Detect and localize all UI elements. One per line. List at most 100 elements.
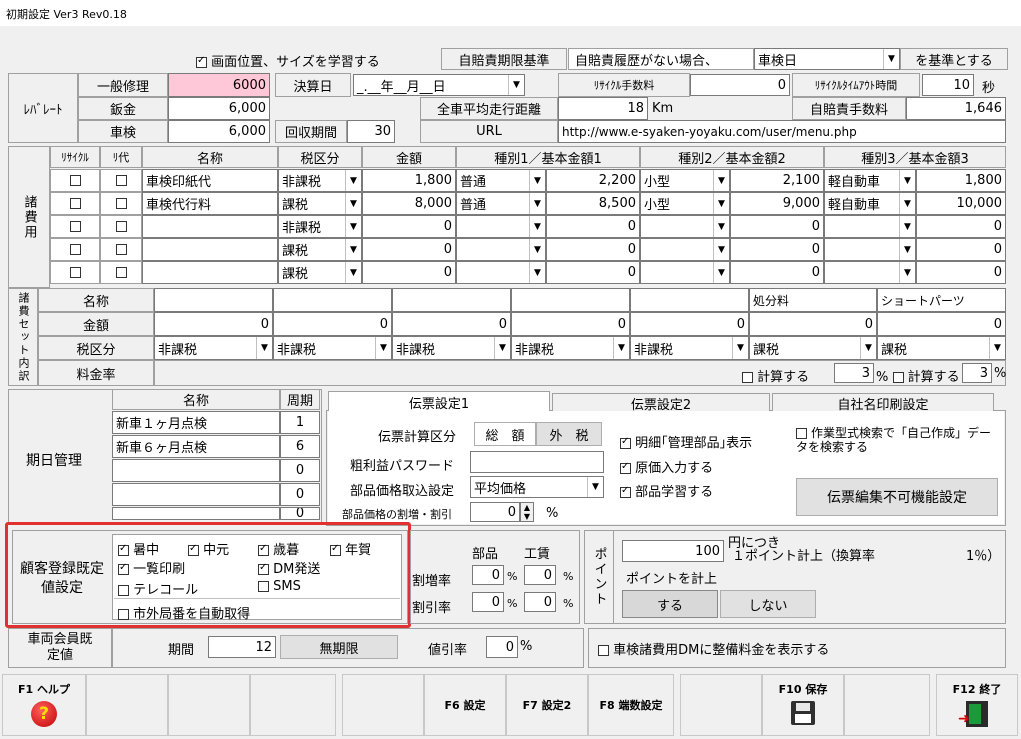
tab-company-print[interactable]: 自社名印刷設定 bbox=[772, 393, 994, 413]
collect-input[interactable]: 30 bbox=[347, 120, 395, 143]
f1-help-button[interactable]: F1 ヘルプ ? bbox=[2, 674, 86, 736]
fee-amount2-input[interactable]: 0 bbox=[730, 238, 824, 261]
fee-type2-select[interactable]: 小型 ▼ bbox=[640, 169, 730, 192]
fee-amount-input[interactable]: 1,800 bbox=[362, 169, 456, 192]
set-name-input[interactable] bbox=[630, 288, 749, 312]
fee-type3-select[interactable]: ▼ bbox=[824, 238, 916, 261]
dm-checkbox[interactable] bbox=[598, 645, 609, 656]
recycle-cost-checkbox[interactable] bbox=[115, 175, 127, 186]
uneditable-button[interactable]: 伝票編集不可機能設定 bbox=[796, 478, 998, 516]
recycle-cell[interactable] bbox=[50, 238, 100, 261]
recycle-checkbox[interactable] bbox=[69, 244, 81, 255]
f11-button[interactable] bbox=[844, 674, 930, 736]
labor-inspection-input[interactable]: 6,000 bbox=[168, 120, 270, 143]
set-amount-input[interactable]: 0 bbox=[877, 312, 1006, 336]
fee-type3-select[interactable]: 軽自動車 ▼ bbox=[824, 169, 916, 192]
basis-select[interactable]: 車検日 ▼ bbox=[754, 48, 900, 70]
calc2-checkbox[interactable] bbox=[892, 372, 904, 383]
period-cycle-input[interactable]: 1 bbox=[280, 411, 320, 434]
recycle-checkbox[interactable] bbox=[69, 175, 81, 186]
set-amount-input[interactable]: 0 bbox=[273, 312, 392, 336]
f4-button[interactable] bbox=[250, 674, 336, 736]
set-tax-select[interactable]: 課税 ▼ bbox=[877, 336, 1006, 360]
calc1-input[interactable]: 3 bbox=[834, 363, 874, 383]
fee-name-input[interactable]: 車検印紙代 bbox=[142, 169, 278, 192]
fee-type2-select[interactable]: 小型 ▼ bbox=[640, 192, 730, 215]
points-yen-input[interactable]: 100 bbox=[622, 540, 724, 562]
learn-layout-checkbox[interactable] bbox=[196, 55, 207, 68]
calc1-checkbox[interactable] bbox=[742, 372, 753, 383]
member-discount-input[interactable]: 0 bbox=[486, 636, 518, 658]
member-period-input[interactable]: 12 bbox=[208, 636, 276, 658]
set-name-input[interactable] bbox=[392, 288, 511, 312]
recycle-cost-cell[interactable] bbox=[100, 261, 142, 284]
detail-option[interactable]: 明細｢管理部品｣表示 bbox=[620, 432, 752, 451]
set-tax-select[interactable]: 課税 ▼ bbox=[749, 336, 877, 360]
cost-option[interactable]: 原価入力する bbox=[620, 457, 713, 476]
recycle-checkbox[interactable] bbox=[69, 198, 81, 209]
f7-settings2-button[interactable]: F7 設定2 bbox=[506, 674, 588, 736]
fee-type1-select[interactable]: ▼ bbox=[456, 261, 546, 284]
recycle-cost-cell[interactable] bbox=[100, 169, 142, 192]
fee-tax-select[interactable]: 非課税 ▼ bbox=[278, 215, 362, 238]
tab-slip2[interactable]: 伝票設定2 bbox=[552, 393, 770, 413]
fee-type2-select[interactable]: ▼ bbox=[640, 215, 730, 238]
f2-button[interactable] bbox=[86, 674, 168, 736]
fee-amount-input[interactable]: 0 bbox=[362, 215, 456, 238]
set-tax-select[interactable]: 非課税 ▼ bbox=[392, 336, 511, 360]
set-tax-select[interactable]: 非課税 ▼ bbox=[630, 336, 749, 360]
set-name-input[interactable]: ショートパーツ bbox=[877, 288, 1006, 312]
fee-amount1-input[interactable]: 0 bbox=[546, 238, 640, 261]
period-cycle-input[interactable]: 0 bbox=[280, 459, 320, 482]
fee-amount3-input[interactable]: 1,800 bbox=[916, 169, 1006, 192]
recycle-fee-input[interactable]: 0 bbox=[690, 74, 790, 96]
set-tax-select[interactable]: 非課税 ▼ bbox=[154, 336, 273, 360]
parts-price-select[interactable]: 平均価格 ▼ bbox=[470, 476, 604, 498]
set-name-input[interactable] bbox=[511, 288, 630, 312]
set-tax-select[interactable]: 非課税 ▼ bbox=[273, 336, 392, 360]
recycle-cost-cell[interactable] bbox=[100, 192, 142, 215]
fee-name-input[interactable]: 車検代行料 bbox=[142, 192, 278, 215]
learn-parts-option[interactable]: 部品学習する bbox=[620, 481, 713, 500]
fee-type3-select[interactable]: ▼ bbox=[824, 261, 916, 284]
cost-checkbox[interactable] bbox=[620, 461, 631, 474]
f12-exit-button[interactable]: F12 終了 ➜ bbox=[936, 674, 1018, 736]
f3-button[interactable] bbox=[168, 674, 250, 736]
f5-button[interactable] bbox=[342, 674, 424, 736]
recycle-cost-checkbox[interactable] bbox=[115, 198, 127, 209]
set-amount-input[interactable]: 0 bbox=[154, 312, 273, 336]
calc2-option[interactable]: % 計算する bbox=[876, 366, 960, 385]
parts-discount-input[interactable]: 0 bbox=[472, 592, 504, 612]
avg-distance-input[interactable]: 18 bbox=[558, 97, 648, 120]
recycle-timeout-input[interactable]: 10 bbox=[922, 74, 974, 96]
fee-amount1-input[interactable]: 8,500 bbox=[546, 192, 640, 215]
period-name-input[interactable] bbox=[112, 459, 280, 482]
recycle-checkbox[interactable] bbox=[69, 221, 81, 232]
fee-amount3-input[interactable]: 0 bbox=[916, 238, 1006, 261]
calc2-input[interactable]: 3 bbox=[962, 363, 992, 383]
fee-type2-select[interactable]: ▼ bbox=[640, 261, 730, 284]
discount-input[interactable]: 0 bbox=[470, 502, 520, 522]
tab-slip1[interactable]: 伝票設定1 bbox=[328, 391, 550, 412]
fee-amount-input[interactable]: 8,000 bbox=[362, 192, 456, 215]
password-input[interactable] bbox=[470, 451, 604, 473]
fee-amount3-input[interactable]: 10,000 bbox=[916, 192, 1006, 215]
period-name-input[interactable]: 新車６ヶ月点検 bbox=[112, 435, 280, 458]
period-cycle-input[interactable]: 0 bbox=[280, 507, 320, 520]
fee-tax-select[interactable]: 非課税 ▼ bbox=[278, 169, 362, 192]
learn-layout-option[interactable]: 画面位置、サイズを学習する bbox=[196, 51, 380, 70]
fee-type1-select[interactable]: ▼ bbox=[456, 215, 546, 238]
points-do-button[interactable]: する bbox=[622, 590, 718, 618]
fee-amount-input[interactable]: 0 bbox=[362, 238, 456, 261]
fee-name-input[interactable] bbox=[142, 261, 278, 284]
fee-tax-select[interactable]: 課税 ▼ bbox=[278, 261, 362, 284]
fee-amount-input[interactable]: 0 bbox=[362, 261, 456, 284]
fee-amount1-input[interactable]: 0 bbox=[546, 215, 640, 238]
fee-amount3-input[interactable]: 0 bbox=[916, 261, 1006, 284]
recycle-cost-cell[interactable] bbox=[100, 215, 142, 238]
fee-amount1-input[interactable]: 0 bbox=[546, 261, 640, 284]
recycle-cost-checkbox[interactable] bbox=[115, 267, 127, 278]
fee-type2-select[interactable]: ▼ bbox=[640, 238, 730, 261]
fee-amount2-input[interactable]: 0 bbox=[730, 261, 824, 284]
recycle-cost-cell[interactable] bbox=[100, 238, 142, 261]
